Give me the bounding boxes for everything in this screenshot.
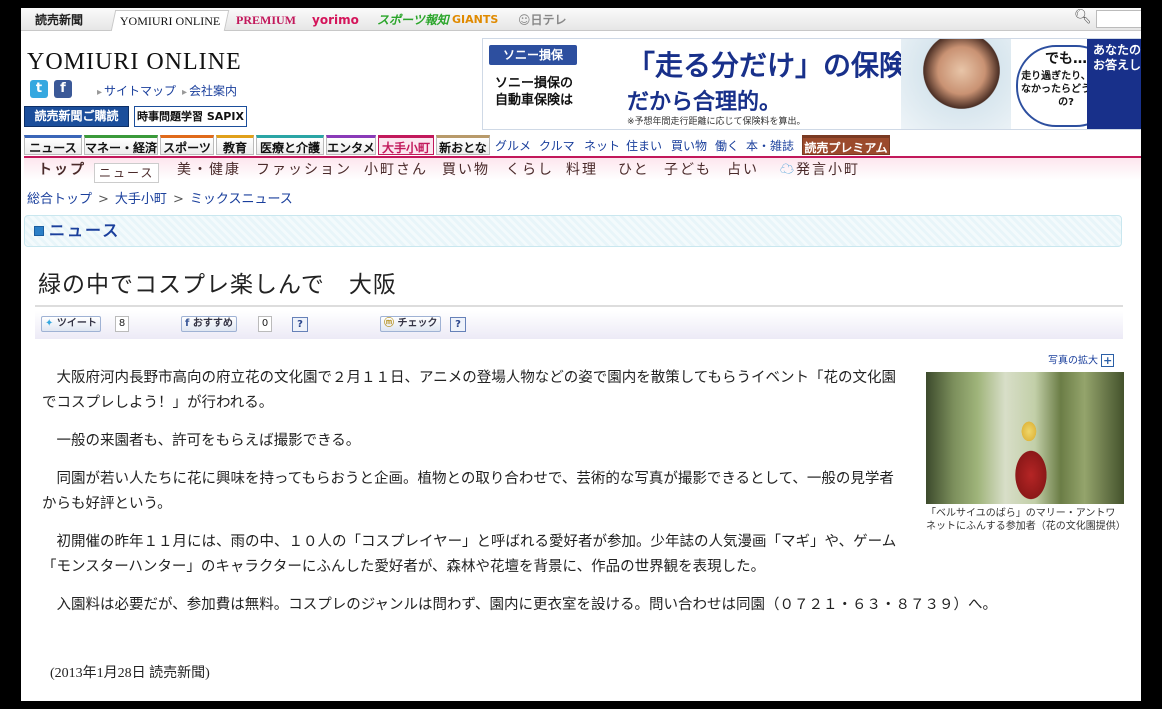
share-bar: ✦ ツイート 8 f おすすめ 0 ? ⓜ チェック ? bbox=[35, 311, 1123, 339]
photo-caption: 「ベルサイユのばら」のマリー・アントワネットにふんする参加者（花の文化園提供） bbox=[926, 508, 1126, 532]
share-help-icon[interactable]: ? bbox=[292, 317, 308, 332]
ad-note: ※予想年間走行距離に応じて保険料を算出。 bbox=[627, 117, 806, 127]
link-shopping[interactable]: 買い物 bbox=[671, 138, 707, 154]
ad-headline-2: だから合理的。 bbox=[627, 90, 782, 115]
brand-tab-premium[interactable]: PREMIUM bbox=[236, 10, 296, 30]
facebook-icon[interactable]: f bbox=[54, 80, 72, 98]
tweet-button[interactable]: ✦ ツイート bbox=[41, 316, 101, 332]
sub-nav: トップ ニュース 美・健康 ファッション 小町さん 買い物 くらし 料理 ひと … bbox=[24, 158, 1141, 183]
brand-tab-giants[interactable]: GIANTS bbox=[452, 10, 498, 30]
tab-sports[interactable]: スポーツ bbox=[160, 135, 214, 155]
article-paragraph: 入園料は必要だが、参加費は無料。コスプレのジャンルは問わず、園内に更衣室を設ける… bbox=[56, 597, 997, 613]
breadcrumb-item[interactable]: 大手小町 bbox=[115, 192, 167, 207]
sapix-button[interactable]: 時事問題学習 SAPIX bbox=[134, 106, 247, 127]
facebook-icon: f bbox=[185, 318, 190, 329]
tab-news[interactable]: ニュース bbox=[24, 135, 82, 155]
check-help-icon[interactable]: ? bbox=[450, 317, 466, 332]
link-sitemap[interactable]: サイトマップ bbox=[97, 82, 176, 99]
main-nav: ニュース マネー・経済 スポーツ 教育 医療と介護 エンタメ 大手小町 新おとな… bbox=[24, 135, 1141, 159]
link-net[interactable]: ネット bbox=[584, 138, 620, 154]
tab-komachi[interactable]: 大手小町 bbox=[378, 135, 434, 155]
tweet-count: 8 bbox=[115, 316, 129, 332]
subnav-life[interactable]: くらし bbox=[506, 161, 554, 179]
browser-page: 読売新聞 YOMIURI ONLINE PREMIUM yorimo スポーツ報… bbox=[21, 8, 1141, 701]
brand-tab-ntv[interactable]: ☺日テレ bbox=[518, 10, 567, 30]
link-company[interactable]: 会社案内 bbox=[182, 82, 237, 99]
site-logo[interactable]: YOMIURI ONLINE bbox=[27, 49, 242, 76]
breadcrumb-item[interactable]: 総合トップ bbox=[27, 192, 92, 207]
ad-banner[interactable]: ソニー損保 ソニー損保の 自動車保険は 「走る分だけ」の保険料! だから合理的。… bbox=[482, 38, 1141, 130]
search-input[interactable] bbox=[1096, 10, 1141, 28]
article-headline: 緑の中でコスプレ楽しんで 大阪 bbox=[38, 272, 397, 298]
ntv-icon: ☺ bbox=[518, 13, 531, 27]
search-icon[interactable]: 🔍︎ bbox=[1074, 9, 1092, 25]
subnav-hatsugen[interactable]: ☁発言小町 bbox=[780, 161, 860, 179]
brand-tab-yorimo[interactable]: yorimo bbox=[312, 10, 359, 30]
ad-subtext: ソニー損保の 自動車保険は bbox=[495, 76, 574, 108]
brand-tab-yomiuri-shimbun[interactable]: 読売新聞 bbox=[35, 10, 83, 30]
subnav-fashion[interactable]: ファッション bbox=[256, 161, 352, 179]
section-title: ニュース bbox=[49, 221, 121, 240]
mixi-check-button[interactable]: ⓜ チェック bbox=[380, 316, 442, 332]
subnav-news[interactable]: ニュース bbox=[94, 163, 160, 183]
subnav-fortune[interactable]: 占い bbox=[727, 161, 759, 179]
link-housing[interactable]: 住まい bbox=[626, 138, 662, 154]
twitter-icon[interactable]: t bbox=[30, 80, 48, 98]
subscribe-button[interactable]: 読売新聞ご購読 bbox=[24, 106, 129, 127]
tab-otona[interactable]: 新おとな bbox=[436, 135, 490, 155]
link-work[interactable]: 働く bbox=[715, 138, 739, 154]
ad-headline: 「走る分だけ」の保険料! bbox=[627, 49, 948, 82]
tab-medical[interactable]: 医療と介護 bbox=[256, 135, 324, 155]
link-gourmet[interactable]: グルメ bbox=[495, 138, 531, 154]
article-dateline: (2013年1月28日 読売新聞) bbox=[50, 666, 210, 681]
facebook-count: 0 bbox=[258, 316, 272, 332]
ad-logo: ソニー損保 bbox=[489, 45, 577, 65]
breadcrumb: 総合トップ > 大手小町 > ミックスニュース bbox=[27, 192, 293, 207]
link-car[interactable]: クルマ bbox=[539, 138, 575, 154]
subnav-cooking[interactable]: 料理 bbox=[566, 161, 598, 179]
brand-tab-sports-hochi[interactable]: スポーツ報知 bbox=[377, 10, 449, 30]
subnav-komachisan[interactable]: 小町さん bbox=[364, 161, 428, 179]
section-header: ニュース bbox=[24, 215, 1122, 247]
ad-right-panel: あなたのお答えし bbox=[1087, 39, 1141, 129]
tab-education[interactable]: 教育 bbox=[216, 135, 254, 155]
article-photo[interactable] bbox=[926, 372, 1124, 504]
article-paragraph: 一般の来園者も、許可をもらえば撮影できる。 bbox=[56, 433, 361, 449]
brand-tab-bar: 読売新聞 YOMIURI ONLINE PREMIUM yorimo スポーツ報… bbox=[21, 8, 1141, 31]
headline-divider bbox=[35, 305, 1123, 307]
subnav-beauty[interactable]: 美・健康 bbox=[177, 161, 241, 179]
subnav-top[interactable]: トップ bbox=[38, 161, 86, 179]
mixi-icon: ⓜ bbox=[384, 318, 394, 329]
subnav-people[interactable]: ひと bbox=[618, 161, 650, 179]
subnav-children[interactable]: 子ども bbox=[664, 161, 712, 179]
ad-photo bbox=[901, 39, 1011, 129]
twitter-bird-icon: ✦ bbox=[45, 318, 54, 329]
tab-money[interactable]: マネー・経済 bbox=[84, 135, 158, 155]
zoom-plus-icon: + bbox=[1101, 354, 1115, 367]
facebook-recommend-button[interactable]: f おすすめ bbox=[181, 316, 237, 332]
speech-icon: ☁ bbox=[780, 162, 796, 178]
subnav-shopping[interactable]: 買い物 bbox=[442, 161, 490, 179]
breadcrumb-item[interactable]: ミックスニュース bbox=[190, 192, 293, 207]
tab-premium[interactable]: 読売プレミアム bbox=[802, 135, 890, 155]
section-bullet-icon bbox=[34, 226, 44, 236]
article-paragraph: 初開催の昨年１１月には、雨の中、１０人の「コスプレイヤー」と呼ばれる愛好者が参加… bbox=[42, 534, 897, 575]
brand-tab-yomiuri-online[interactable]: YOMIURI ONLINE bbox=[110, 10, 230, 31]
photo-zoom-link[interactable]: 写真の拡大 + bbox=[1048, 354, 1115, 369]
link-books[interactable]: 本・雑誌 bbox=[746, 138, 794, 154]
article-body: 大阪府河内長野市高向の府立花の文化園で２月１１日、アニメの登場人物などの姿で園内… bbox=[42, 366, 997, 631]
article-paragraph: 大阪府河内長野市高向の府立花の文化園で２月１１日、アニメの登場人物などの姿で園内… bbox=[42, 370, 897, 411]
article-paragraph: 同園が若い人たちに花に興味を持ってもらおうと企画。植物との取り合わせで、芸術的な… bbox=[42, 471, 894, 512]
tab-entame[interactable]: エンタメ bbox=[326, 135, 376, 155]
